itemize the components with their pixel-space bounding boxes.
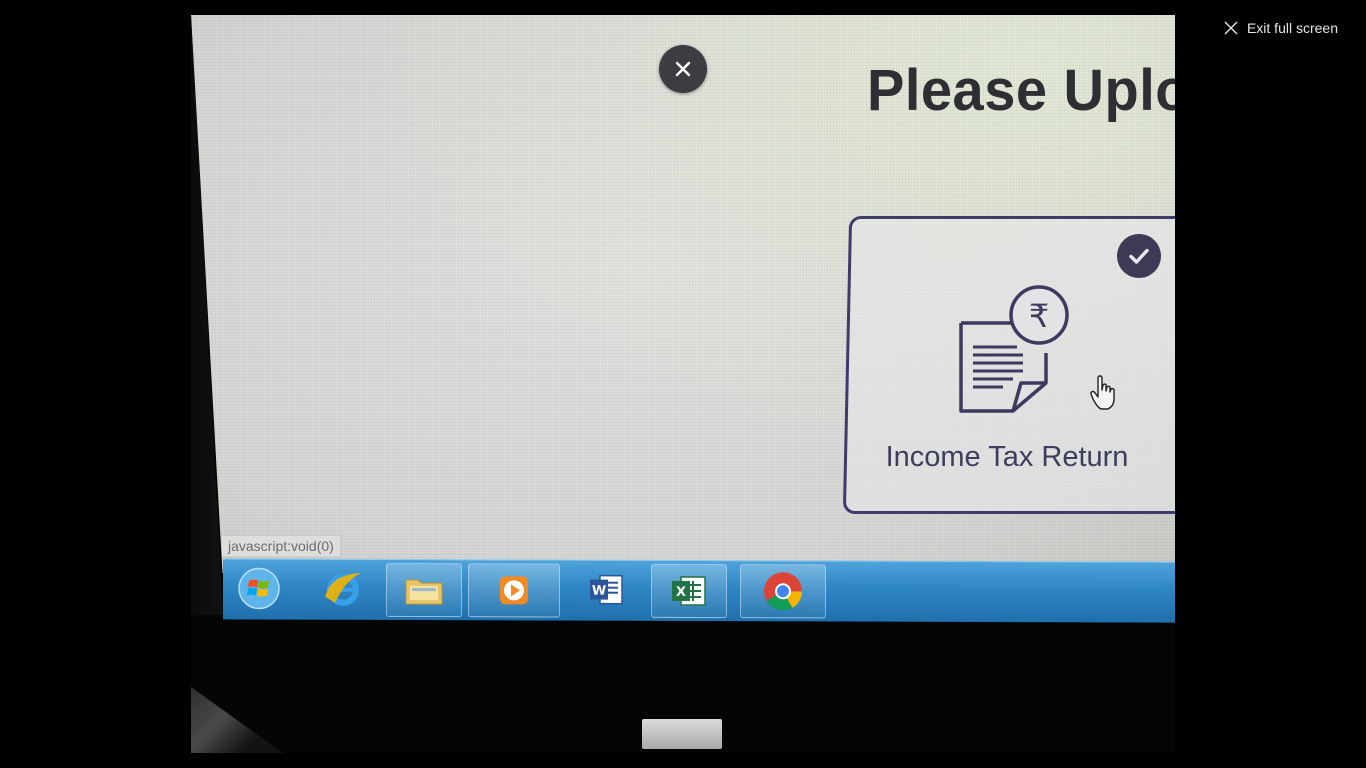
close-icon	[675, 61, 691, 77]
folder-icon	[405, 579, 443, 605]
exit-fullscreen-button[interactable]: Exit full screen	[1224, 20, 1338, 36]
checkmark-icon	[1129, 248, 1149, 264]
monitor-photo: Please Uplo ₹ Income Tax Return javascri…	[191, 15, 1175, 753]
exit-fullscreen-label: Exit full screen	[1246, 20, 1338, 36]
file-explorer-button[interactable]	[386, 562, 462, 618]
google-chrome-button[interactable]	[740, 564, 826, 619]
excel-icon: X	[672, 576, 706, 606]
internet-explorer-button[interactable]	[315, 563, 371, 615]
svg-text:W: W	[592, 584, 606, 599]
rupee-symbol: ₹	[1029, 297, 1049, 335]
microsoft-excel-button[interactable]: X	[651, 563, 727, 619]
photo-viewer: Exit full screen Please Uplo ₹ Income Ta…	[0, 0, 1366, 768]
hand-cursor-icon	[1090, 375, 1115, 410]
selected-check-badge	[1117, 234, 1161, 278]
internet-explorer-icon	[325, 572, 361, 606]
media-player-icon	[500, 576, 528, 605]
close-icon	[1224, 21, 1238, 35]
windows-logo-icon	[238, 567, 280, 610]
desk-reflection	[191, 687, 283, 753]
media-player-button[interactable]	[468, 563, 560, 618]
windows-taskbar: W X	[223, 558, 1175, 623]
microsoft-word-button[interactable]: W	[571, 564, 641, 616]
chrome-icon	[764, 572, 803, 611]
page-title: Please Uplo	[867, 56, 1175, 123]
card-label: Income Tax Return	[885, 441, 1129, 473]
start-button[interactable]	[231, 562, 287, 614]
tax-document-icon: ₹	[959, 285, 1069, 413]
status-bar-url: javascript:void(0)	[222, 535, 341, 556]
svg-text:X: X	[676, 585, 686, 600]
close-modal-button[interactable]	[659, 45, 707, 93]
word-icon: W	[590, 574, 623, 605]
monitor-stand-light	[642, 719, 722, 749]
